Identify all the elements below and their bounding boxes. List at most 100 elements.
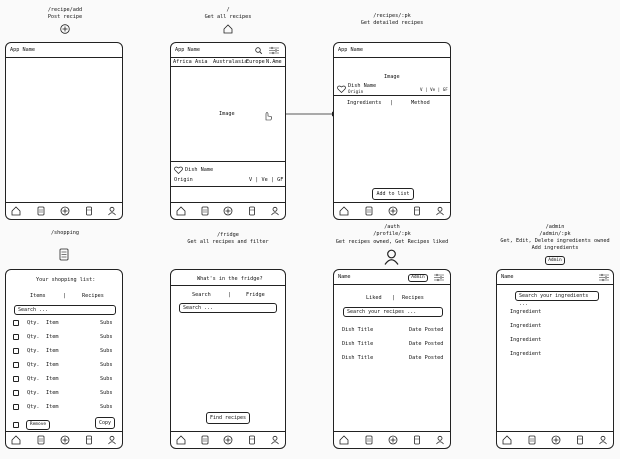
item-checkbox[interactable]: [13, 404, 19, 410]
region-tab[interactable]: Asia: [195, 59, 208, 65]
fridge-icon[interactable]: [412, 206, 422, 216]
item-subs[interactable]: Subs: [100, 390, 113, 396]
find-recipes-button[interactable]: Find recipes: [206, 412, 250, 424]
user-icon[interactable]: [270, 435, 280, 445]
region-tab[interactable]: Europe: [246, 59, 265, 65]
heart-icon[interactable]: [174, 166, 183, 174]
user-icon[interactable]: [107, 435, 117, 445]
fridge-icon[interactable]: [412, 435, 422, 445]
home-icon[interactable]: [11, 435, 21, 445]
list-icon[interactable]: [200, 206, 210, 216]
home-icon[interactable]: [339, 435, 349, 445]
recipe-image[interactable]: Image: [219, 111, 235, 117]
bottom-nav: [6, 202, 122, 219]
item-name: Item: [46, 320, 59, 326]
tab-items[interactable]: Items: [30, 293, 46, 299]
date-posted: Date Posted: [409, 341, 444, 347]
phone-admin: Name Search your ingredients ... Ingredi…: [496, 269, 614, 449]
list-icon[interactable]: [364, 435, 374, 445]
item-checkbox[interactable]: [13, 362, 19, 368]
tab-recipes[interactable]: Recipes: [402, 295, 424, 301]
fridge-icon[interactable]: [575, 435, 585, 445]
tab-recipes[interactable]: Recipes: [82, 293, 104, 299]
diet-tags: V | Ve | GF: [420, 87, 448, 92]
add-to-list-button[interactable]: Add to list: [372, 188, 414, 200]
ingredient-item[interactable]: Ingredient: [510, 337, 541, 343]
item-checkbox[interactable]: [13, 376, 19, 382]
phone-home: App Name Africa Asia Australasia Europe …: [170, 42, 286, 220]
search-icon[interactable]: [255, 47, 263, 55]
item-subs[interactable]: Subs: [100, 362, 113, 368]
item-subs[interactable]: Subs: [100, 348, 113, 354]
hand-pointer-icon: [265, 112, 273, 121]
home-icon[interactable]: [502, 435, 512, 445]
list-icon[interactable]: [364, 206, 374, 216]
home-icon[interactable]: [11, 206, 21, 216]
tab-separator: |: [63, 293, 67, 299]
fridge-icon[interactable]: [84, 206, 94, 216]
plus-circle-icon[interactable]: [60, 206, 70, 216]
dish-title[interactable]: Dish Title: [342, 355, 373, 361]
tab-search[interactable]: Search: [192, 292, 211, 298]
filter-icon[interactable]: [599, 273, 609, 282]
plus-circle-icon[interactable]: [60, 435, 70, 445]
user-icon[interactable]: [598, 435, 608, 445]
search-input[interactable]: Search ...: [14, 305, 116, 315]
region-tab[interactable]: N.Ame: [266, 59, 282, 65]
home-icon[interactable]: [176, 435, 186, 445]
remove-button[interactable]: Remove: [26, 420, 50, 430]
user-icon[interactable]: [435, 206, 445, 216]
tab-ingredients[interactable]: Ingredients: [347, 100, 381, 106]
select-all-checkbox[interactable]: [13, 422, 19, 428]
route-recipe-add-desc: Post recipe: [47, 14, 83, 20]
admin-button[interactable]: Admin: [408, 274, 428, 282]
bottom-nav: [6, 431, 122, 448]
copy-button[interactable]: Copy: [95, 417, 115, 429]
dish-title[interactable]: Dish Title: [342, 327, 373, 333]
item-subs[interactable]: Subs: [100, 334, 113, 340]
plus-circle-icon[interactable]: [223, 206, 233, 216]
home-icon[interactable]: [176, 206, 186, 216]
plus-circle-icon[interactable]: [388, 206, 398, 216]
item-checkbox[interactable]: [13, 334, 19, 340]
list-icon[interactable]: [36, 206, 46, 216]
list-icon[interactable]: [200, 435, 210, 445]
home-icon[interactable]: [339, 206, 349, 216]
plus-circle-icon[interactable]: [223, 435, 233, 445]
tab-method[interactable]: Method: [411, 100, 430, 106]
filter-icon[interactable]: [434, 273, 444, 282]
item-checkbox[interactable]: [13, 320, 19, 326]
filter-icon[interactable]: [269, 46, 279, 55]
region-tab[interactable]: Africa: [173, 59, 192, 65]
heart-icon[interactable]: [337, 85, 346, 93]
user-icon[interactable]: [435, 435, 445, 445]
search-input[interactable]: Search ...: [179, 303, 277, 313]
fridge-icon[interactable]: [84, 435, 94, 445]
user-icon[interactable]: [107, 206, 117, 216]
route-recipe-detail: /recipes/:pk: [373, 13, 411, 19]
plus-circle-icon[interactable]: [388, 435, 398, 445]
item-subs[interactable]: Subs: [100, 376, 113, 382]
plus-circle-icon[interactable]: [551, 435, 561, 445]
item-checkbox[interactable]: [13, 390, 19, 396]
tab-liked[interactable]: Liked: [366, 295, 382, 301]
item-subs[interactable]: Subs: [100, 404, 113, 410]
ingredient-item[interactable]: Ingredient: [510, 309, 541, 315]
user-icon[interactable]: [270, 206, 280, 216]
search-input[interactable]: Search your ingredients ...: [515, 291, 599, 307]
item-qty: Qty.: [27, 362, 40, 368]
fridge-icon[interactable]: [247, 206, 257, 216]
tab-fridge[interactable]: Fridge: [246, 292, 265, 298]
item-subs[interactable]: Subs: [100, 320, 113, 326]
route-admin-desc: Get, Edit, Delete ingredients owned Add …: [500, 238, 610, 251]
ingredient-item[interactable]: Ingredient: [510, 323, 541, 329]
item-checkbox[interactable]: [13, 348, 19, 354]
ingredient-item[interactable]: Ingredient: [510, 351, 541, 357]
region-tab[interactable]: Australasia: [213, 59, 247, 65]
list-icon[interactable]: [36, 435, 46, 445]
list-icon[interactable]: [527, 435, 537, 445]
fridge-icon[interactable]: [247, 435, 257, 445]
route-recipe-add: /recipe/add: [47, 7, 83, 13]
dish-title[interactable]: Dish Title: [342, 341, 373, 347]
search-input[interactable]: Search your recipes ...: [343, 307, 443, 317]
